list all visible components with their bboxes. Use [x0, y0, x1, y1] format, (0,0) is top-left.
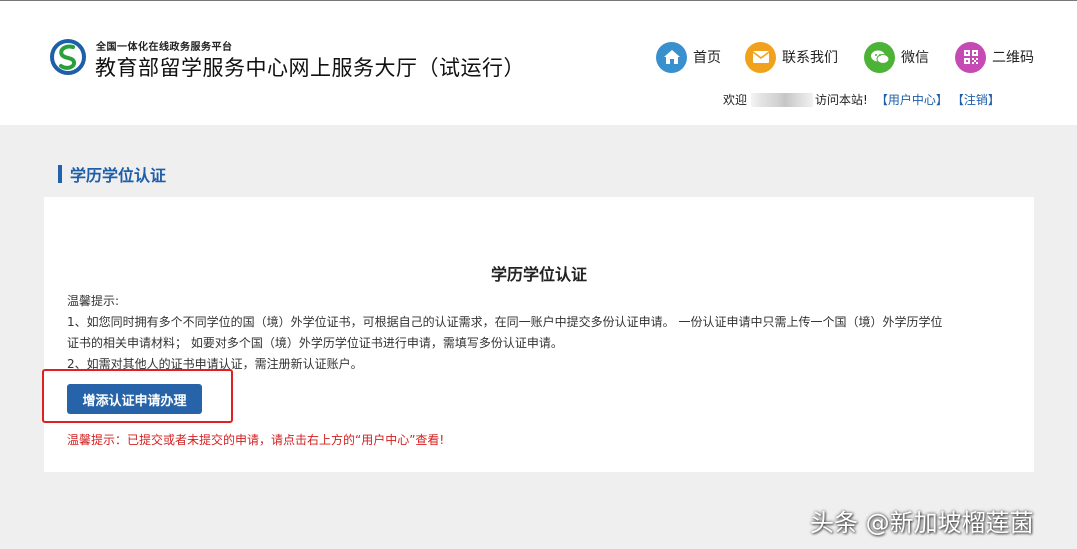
tip-item-1-line-1: 1、如您同时拥有多个不同学位的国（境）外学位证书，可根据自己的认证需求，在同一账…	[67, 315, 943, 329]
nav-qrcode-label: 二维码	[992, 50, 1034, 66]
site-logo-icon	[50, 39, 86, 75]
user-bar: 欢迎 访问本站! 【用户中心】 【注销】	[723, 91, 1000, 108]
qrcode-icon	[955, 41, 986, 73]
panel-title: 学历学位认证	[490, 265, 587, 284]
add-application-button[interactable]: 增添认证申请办理	[67, 384, 202, 414]
tip-label: 温馨提示:	[67, 294, 120, 308]
redacted-username	[751, 92, 814, 107]
section-title-text: 学历学位认证	[70, 166, 167, 185]
mail-icon	[745, 41, 776, 73]
wechat-icon	[864, 41, 895, 73]
visit-text: 访问本站!	[815, 93, 868, 107]
red-warning-tip: 温馨提示：已提交或者未提交的申请，请点击右上方的“用户中心”查看!	[67, 433, 445, 447]
nav-contact-label: 联系我们	[782, 50, 838, 66]
nav-wechat[interactable]: 微信	[864, 41, 929, 73]
site-title: 教育部留学服务中心网上服务大厅（试运行）	[95, 56, 525, 80]
nav-qrcode[interactable]: 二维码	[955, 41, 1034, 73]
section-title: 学历学位认证	[58, 164, 167, 185]
nav-home[interactable]: 首页	[656, 41, 721, 73]
home-icon	[656, 41, 687, 73]
watermark: 头条 @新加坡榴莲菌	[810, 509, 1034, 537]
certification-panel: 学历学位认证 温馨提示: 1、如您同时拥有多个不同学位的国（境）外学位证书，可根…	[42, 197, 1034, 472]
platform-subtitle: 全国一体化在线政务服务平台	[96, 42, 233, 53]
nav-contact[interactable]: 联系我们	[745, 41, 838, 73]
welcome-text: 欢迎	[723, 93, 748, 107]
user-center-link[interactable]: 【用户中心】	[876, 91, 948, 108]
nav-wechat-label: 微信	[901, 50, 929, 66]
tip-item-1-line-2: 证书的相关申请材料； 如要对多个国（境）外学历学位证书进行申请，需填写多份认证申…	[67, 336, 563, 350]
logout-link[interactable]: 【注销】	[952, 91, 1000, 108]
nav-home-label: 首页	[693, 50, 721, 66]
site-header: 全国一体化在线政务服务平台 教育部留学服务中心网上服务大厅（试运行） 首页 联系…	[0, 1, 1077, 125]
section-title-marker	[58, 165, 62, 183]
